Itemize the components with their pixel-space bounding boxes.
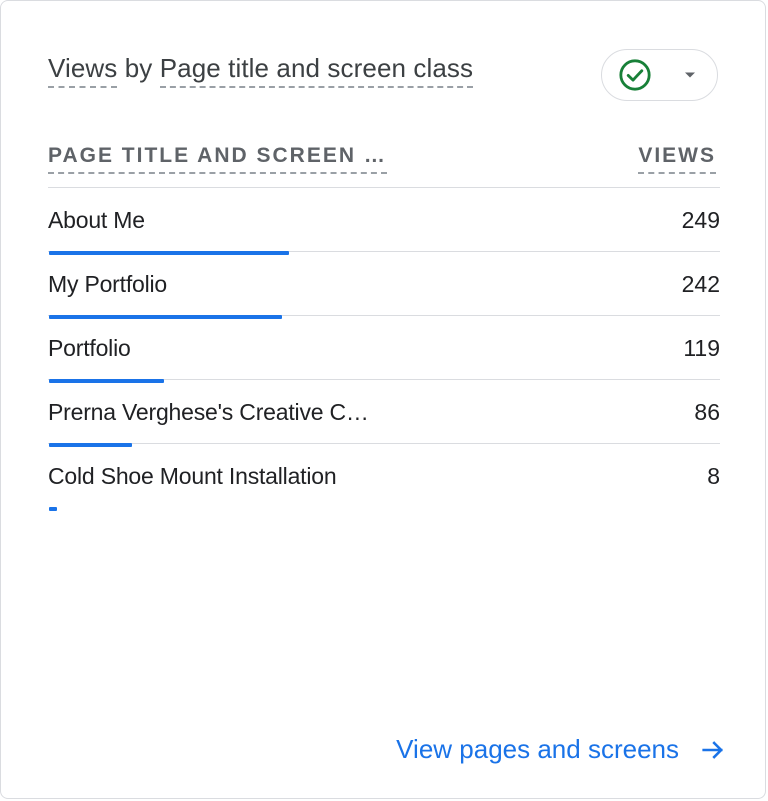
dimension-column-header[interactable]: PAGE TITLE AND SCREEN … [48,144,387,174]
row-label: Prerna Verghese's Creative C… [48,399,369,425]
row-value: 86 [694,399,720,425]
dimension-name[interactable]: Page title and screen class [159,53,474,88]
view-pages-link[interactable]: View pages and screens [396,734,727,765]
row-value: 8 [707,463,720,489]
dimension-column-label: PAGE TITLE AND SCREEN … [48,144,387,174]
table-row[interactable]: Prerna Verghese's Creative C… 86 [48,380,720,447]
arrow-forward-icon [702,740,723,759]
row-value: 119 [683,335,720,361]
row-value: 242 [681,271,720,297]
metric-column-header[interactable]: VIEWS [638,144,716,174]
caret-down-icon [685,72,695,78]
row-label: Portfolio [48,335,131,361]
row-value: 249 [681,207,720,233]
views-by-page-card: Views by Page title and screen class PAG… [0,0,766,799]
table-row[interactable]: Portfolio 119 [48,316,720,383]
row-label: About Me [48,207,145,233]
row-label: Cold Shoe Mount Installation [48,463,337,489]
card-title: Views by Page title and screen class [48,53,474,88]
table-row[interactable]: About Me 249 [48,188,720,255]
row-label: My Portfolio [48,271,168,297]
table-body: About Me 249 My Portfolio 242 Portfolio 119 Pr… [48,188,720,511]
status-dropdown-button[interactable] [601,49,718,101]
metric-column-label: VIEWS [638,144,716,174]
row-proportion-bar [49,507,57,511]
metric-name[interactable]: Views [48,53,118,88]
view-pages-link-label: View pages and screens [396,734,679,764]
title-connector: by [117,53,160,83]
table-row[interactable]: My Portfolio 242 [48,252,720,319]
check-circle-icon [619,59,651,91]
table-row[interactable]: Cold Shoe Mount Installation 8 [48,444,720,511]
